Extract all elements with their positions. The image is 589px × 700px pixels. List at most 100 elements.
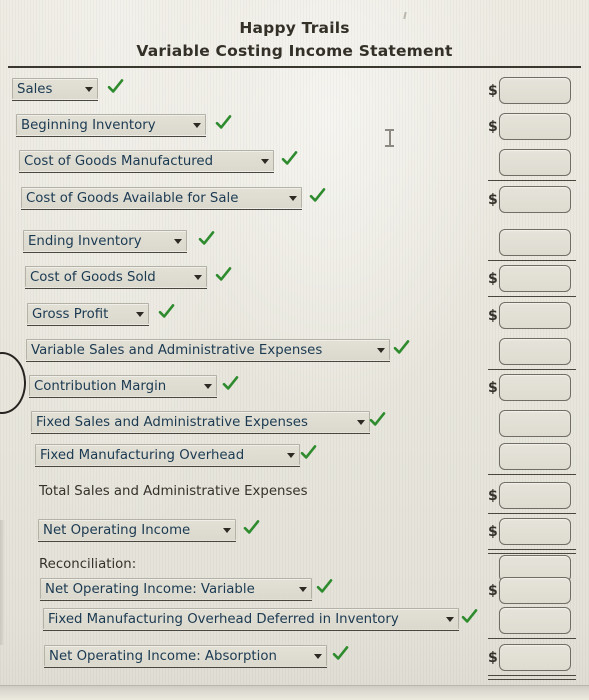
- account-line-select[interactable]: Sales: [12, 78, 98, 101]
- account-line-select-label: Fixed Manufacturing Overhead: [40, 447, 245, 463]
- check-mark-icon: [281, 150, 298, 170]
- check-mark-icon: [243, 519, 260, 539]
- account-line-select-label: Net Operating Income: Variable: [45, 581, 255, 597]
- amount-single-rule: [488, 260, 576, 261]
- amount-input[interactable]: [499, 265, 571, 292]
- dollar-sign: $: [488, 488, 498, 504]
- statement-row: Fixed Manufacturing Overhead: [0, 443, 589, 475]
- amount-input[interactable]: [499, 443, 571, 470]
- amount-input[interactable]: [499, 186, 571, 213]
- account-line-select[interactable]: Gross Profit: [27, 303, 149, 326]
- account-line-select-label: Contribution Margin: [34, 378, 167, 394]
- amount-cell: $: [488, 110, 580, 144]
- chevron-down-icon[interactable]: [204, 384, 212, 389]
- account-line-select[interactable]: Fixed Sales and Administrative Expenses: [31, 411, 370, 434]
- chevron-down-icon[interactable]: [223, 528, 231, 533]
- account-line-select[interactable]: Net Operating Income: [38, 519, 236, 542]
- amount-input[interactable]: [499, 644, 571, 671]
- check-mark-icon: [198, 230, 215, 250]
- amount-cell: $: [488, 371, 580, 405]
- amount-cell: [488, 226, 580, 261]
- account-line-select[interactable]: Cost of Goods Manufactured: [19, 150, 274, 173]
- chevron-down-icon[interactable]: [314, 654, 322, 659]
- check-mark-icon: [316, 578, 333, 598]
- amount-single-rule: [488, 638, 576, 639]
- statement-row: Net Operating Income: Variable $: [0, 577, 589, 604]
- account-line-select[interactable]: Net Operating Income: Variable: [40, 578, 312, 601]
- check-mark-icon: [369, 411, 386, 431]
- account-line-select[interactable]: Fixed Manufacturing Overhead: [35, 444, 300, 467]
- statement-row: Cost of Goods Available for Sale $: [0, 186, 589, 213]
- page-bottom-edge: [0, 685, 589, 700]
- chevron-down-icon[interactable]: [194, 275, 202, 280]
- statement-row: Variable Sales and Administrative Expens…: [0, 338, 589, 370]
- account-line-select-label: Cost of Goods Sold: [30, 269, 156, 285]
- amount-input[interactable]: [499, 410, 571, 437]
- amount-input[interactable]: [499, 482, 571, 509]
- statement-row: Net Operating Income $: [0, 518, 589, 554]
- chevron-down-icon[interactable]: [299, 587, 307, 592]
- chevron-down-icon[interactable]: [446, 617, 454, 622]
- account-line-select[interactable]: Variable Sales and Administrative Expens…: [26, 339, 390, 362]
- account-line-select-label: Cost of Goods Available for Sale: [26, 190, 239, 206]
- chevron-down-icon[interactable]: [377, 348, 385, 353]
- chevron-down-icon[interactable]: [85, 87, 93, 92]
- amount-cell: $: [488, 479, 580, 514]
- amount-cell: [488, 146, 580, 181]
- account-line-select-label: Ending Inventory: [28, 233, 142, 249]
- chevron-down-icon[interactable]: [174, 239, 182, 244]
- account-line-select[interactable]: Cost of Goods Sold: [25, 266, 207, 289]
- check-mark-icon: [300, 444, 317, 464]
- amount-input[interactable]: [499, 607, 571, 634]
- account-line-select[interactable]: Contribution Margin: [29, 375, 217, 398]
- account-line-select[interactable]: Beginning Inventory: [16, 114, 206, 137]
- account-line-select[interactable]: Net Operating Income: Absorption: [44, 645, 327, 668]
- account-line-select[interactable]: Cost of Goods Available for Sale: [21, 187, 302, 210]
- account-line-select-label: Gross Profit: [32, 306, 109, 322]
- amount-cell: $: [488, 515, 580, 554]
- amount-cell: $: [488, 641, 580, 680]
- amount-input[interactable]: [499, 113, 571, 140]
- dollar-sign: $: [488, 583, 498, 599]
- chevron-down-icon[interactable]: [289, 196, 297, 201]
- dollar-sign: $: [488, 650, 498, 666]
- check-mark-icon: [309, 187, 326, 207]
- dollar-sign: $: [488, 308, 498, 324]
- check-mark-icon: [158, 303, 175, 323]
- statement-row: Fixed Manufacturing Overhead Deferred in…: [0, 607, 589, 639]
- amount-input[interactable]: [499, 374, 571, 401]
- account-line-select-label: Variable Sales and Administrative Expens…: [31, 342, 323, 358]
- account-line-select[interactable]: Ending Inventory: [23, 230, 187, 253]
- amount-cell: [488, 335, 580, 370]
- chevron-down-icon[interactable]: [357, 420, 365, 425]
- amount-input[interactable]: [499, 77, 571, 104]
- amount-input[interactable]: [499, 577, 571, 604]
- amount-single-rule: [488, 513, 576, 514]
- statement-row: Net Operating Income: Absorption $: [0, 644, 589, 680]
- amount-input[interactable]: [499, 338, 571, 365]
- dollar-sign: $: [488, 119, 498, 135]
- chevron-down-icon[interactable]: [287, 453, 295, 458]
- chevron-down-icon[interactable]: [261, 159, 269, 164]
- account-line-select-label: Fixed Sales and Administrative Expenses: [36, 414, 308, 430]
- amount-input[interactable]: [499, 229, 571, 256]
- amount-single-rule: [488, 180, 576, 181]
- amount-cell: $: [488, 183, 580, 217]
- statement-row: Beginning Inventory $: [0, 113, 589, 140]
- company-name: Happy Trails: [239, 19, 350, 37]
- check-mark-icon: [461, 608, 478, 628]
- statement-row: Contribution Margin $: [0, 374, 589, 401]
- statement-row: Gross Profit $: [0, 302, 589, 329]
- dollar-sign: $: [488, 524, 498, 540]
- chevron-down-icon[interactable]: [136, 312, 144, 317]
- amount-input[interactable]: [499, 518, 571, 545]
- amount-input[interactable]: [499, 302, 571, 329]
- amount-input[interactable]: [499, 149, 571, 176]
- amount-cell: [488, 604, 580, 639]
- text-cursor-ibeam: [385, 129, 394, 147]
- chevron-down-icon[interactable]: [193, 123, 201, 128]
- check-mark-icon: [393, 339, 410, 359]
- account-line-select[interactable]: Fixed Manufacturing Overhead Deferred in…: [43, 608, 459, 631]
- amount-single-rule: [488, 369, 576, 370]
- amount-cell: [488, 440, 580, 475]
